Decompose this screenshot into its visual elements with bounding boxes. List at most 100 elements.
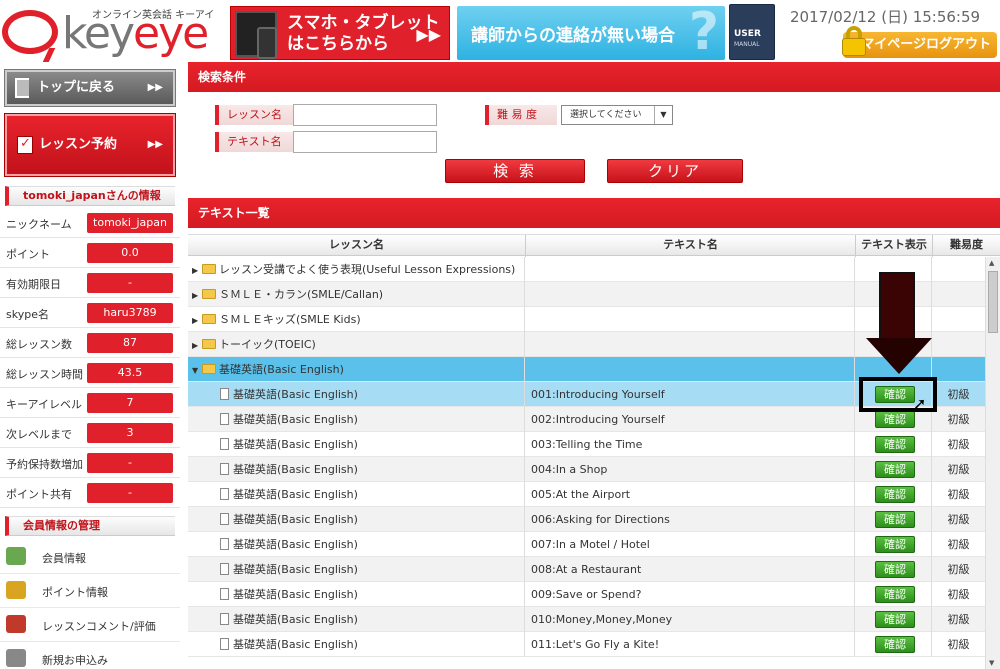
coins-icon xyxy=(6,581,26,599)
folder-row[interactable]: ▶ レッスン受講でよく使う表現(Useful Lesson Expressions… xyxy=(188,257,985,282)
document-icon xyxy=(220,513,229,525)
text-name-cell: 003:Telling the Time xyxy=(525,432,855,457)
member-menu-item[interactable]: レッスンコメント/評価 xyxy=(0,608,180,642)
text-row[interactable]: 基礎英語(Basic English) 006:Asking for Direct… xyxy=(188,507,985,532)
contact-banner[interactable]: ? 講師からの連絡が無い場合 xyxy=(457,2,725,62)
confirm-button[interactable]: 確認 xyxy=(875,561,915,578)
speech-bubble-icon xyxy=(2,10,58,54)
difficulty-cell: 初級 xyxy=(947,388,970,401)
door-icon xyxy=(15,78,29,98)
info-label: キーアイレベル xyxy=(6,398,83,411)
text-name-cell: 009:Save or Spend? xyxy=(525,582,855,607)
document-icon xyxy=(220,563,229,575)
expand-right-icon[interactable]: ▶ xyxy=(192,308,200,333)
user-info-row: 次レベルまで 3 xyxy=(0,418,180,448)
checklist-icon xyxy=(17,115,33,173)
confirm-button[interactable]: 確認 xyxy=(875,536,915,553)
expand-right-icon[interactable]: ▶ xyxy=(192,258,200,283)
lesson-reserve-button[interactable]: レッスン予約 ▶▶ xyxy=(4,113,176,177)
double-arrow-icon: ▶▶ xyxy=(416,25,441,44)
app-root: { "header": { "logo_sub": "オンライン英会話 キーアイ… xyxy=(0,0,1000,669)
text-row[interactable]: 基礎英語(Basic English) 011:Let's Go Fly a Ki… xyxy=(188,632,985,657)
expand-down-icon[interactable]: ▼ xyxy=(192,358,200,383)
text-list-header: テキスト一覧 xyxy=(188,198,1000,228)
user-manual-icon[interactable]: USER MANUAL xyxy=(729,4,775,60)
folder-name: トーイック(TOEIC) xyxy=(219,338,316,351)
text-name-label: テキスト名 xyxy=(215,132,293,152)
confirm-button[interactable]: 確認 xyxy=(875,611,915,628)
scroll-down-icon[interactable]: ▼ xyxy=(989,659,994,667)
folder-icon xyxy=(202,314,216,324)
document-icon xyxy=(220,413,229,425)
clipboard-icon xyxy=(6,615,26,633)
chevron-down-icon: ▼ xyxy=(654,106,672,124)
back-to-top-label: トップに戻る xyxy=(37,80,116,95)
mobile-banner[interactable]: スマホ・タブレット はこちらから ▶▶ xyxy=(230,6,450,60)
text-row[interactable]: 基礎英語(Basic English) 007:In a Motel / Hote… xyxy=(188,532,985,557)
lesson-name-input[interactable] xyxy=(293,104,437,126)
difficulty-select[interactable]: 選択してください ▼ xyxy=(561,105,673,125)
scrollbar-thumb[interactable] xyxy=(988,271,998,333)
lesson-name-cell: 基礎英語(Basic English) xyxy=(233,538,358,551)
member-menu-item[interactable]: ポイント情報 xyxy=(0,574,180,608)
text-row[interactable]: 基礎英語(Basic English) 009:Save or Spend? 確認 初… xyxy=(188,582,985,607)
col-text-name[interactable]: テキスト名 xyxy=(525,235,855,257)
confirm-button[interactable]: 確認 xyxy=(875,511,915,528)
lesson-name-cell: 基礎英語(Basic English) xyxy=(233,488,358,501)
member-menu-item[interactable]: 会員情報 xyxy=(0,540,180,574)
lesson-name-cell: 基礎英語(Basic English) xyxy=(233,513,358,526)
search-panel-header: 検索条件 xyxy=(188,62,1000,92)
col-lesson-name[interactable]: レッスン名 xyxy=(188,235,525,257)
confirm-button[interactable]: 確認 xyxy=(875,486,915,503)
annotation-arrow-icon xyxy=(879,272,915,342)
current-datetime: 2017/02/12 (日) 15:56:59 xyxy=(790,8,981,26)
folder-row[interactable]: ▶ ＳＭＬＥキッズ(SMLE Kids) xyxy=(188,307,985,332)
expand-right-icon[interactable]: ▶ xyxy=(192,333,200,358)
confirm-button[interactable]: 確認 xyxy=(875,411,915,428)
site-logo[interactable]: オンライン英会話 キーアイ keyeye xyxy=(0,0,228,60)
col-difficulty[interactable]: 難易度 xyxy=(932,235,1000,257)
clear-button[interactable]: クリア xyxy=(607,159,743,183)
text-name-cell: 007:In a Motel / Hotel xyxy=(525,532,855,557)
back-to-top-button[interactable]: トップに戻る ▶▶ xyxy=(4,69,176,107)
confirm-button[interactable]: 確認 xyxy=(875,461,915,478)
difficulty-cell: 初級 xyxy=(947,413,970,426)
member-management-header: 会員情報の管理 xyxy=(5,516,175,536)
info-label: 有効期限日 xyxy=(6,278,61,291)
lesson-name-cell: 基礎英語(Basic English) xyxy=(233,438,358,451)
difficulty-label: 難 易 度 xyxy=(485,105,557,125)
info-value: - xyxy=(87,483,173,503)
text-row[interactable]: 基礎英語(Basic English) 004:In a Shop 確認 初級 xyxy=(188,457,985,482)
folder-name: ＳＭＬＥキッズ(SMLE Kids) xyxy=(219,313,361,326)
text-row[interactable]: 基礎英語(Basic English) 005:At the Airport 確認 初… xyxy=(188,482,985,507)
document-icon xyxy=(220,488,229,500)
user-info-row: 総レッスン数 87 xyxy=(0,328,180,358)
confirm-button[interactable]: 確認 xyxy=(875,636,915,653)
text-row[interactable]: 基礎英語(Basic English) 003:Telling the Time 確… xyxy=(188,432,985,457)
logout-button[interactable]: マイページログアウト xyxy=(842,26,997,58)
lesson-reserve-label: レッスン予約 xyxy=(39,137,118,152)
info-label: 次レベルまで xyxy=(6,428,72,441)
folder-row[interactable]: ▶ ＳＭＬＥ・カラン(SMLE/Callan) xyxy=(188,282,985,307)
info-label: ポイント xyxy=(6,248,50,261)
member-menu-label: レッスンコメント/評価 xyxy=(42,620,156,633)
lesson-name-label: レッスン名 xyxy=(215,105,293,125)
member-menu-item[interactable]: 新規お申込み xyxy=(0,642,180,669)
scroll-up-icon[interactable]: ▲ xyxy=(989,259,994,267)
folder-icon xyxy=(202,339,216,349)
confirm-button[interactable]: 確認 xyxy=(875,586,915,603)
text-name-cell: 005:At the Airport xyxy=(525,482,855,507)
confirm-button[interactable]: 確認 xyxy=(875,436,915,453)
text-row[interactable]: 基礎英語(Basic English) 008:At a Restaurant 確認… xyxy=(188,557,985,582)
text-name-cell: 011:Let's Go Fly a Kite! xyxy=(525,632,855,657)
search-button[interactable]: 検 索 xyxy=(445,159,585,183)
info-label: 総レッスン数 xyxy=(6,338,72,351)
double-arrow-icon: ▶▶ xyxy=(147,139,163,150)
vertical-scrollbar[interactable]: ▲ ▼ xyxy=(985,257,1000,669)
expand-right-icon[interactable]: ▶ xyxy=(192,283,200,308)
text-name-cell: 004:In a Shop xyxy=(525,457,855,482)
user-info-header: tomoki_japanさんの情報 xyxy=(5,186,175,206)
text-name-input[interactable] xyxy=(293,131,437,153)
col-text-view[interactable]: テキスト表示 xyxy=(855,235,932,257)
text-row[interactable]: 基礎英語(Basic English) 010:Money,Money,Money… xyxy=(188,607,985,632)
